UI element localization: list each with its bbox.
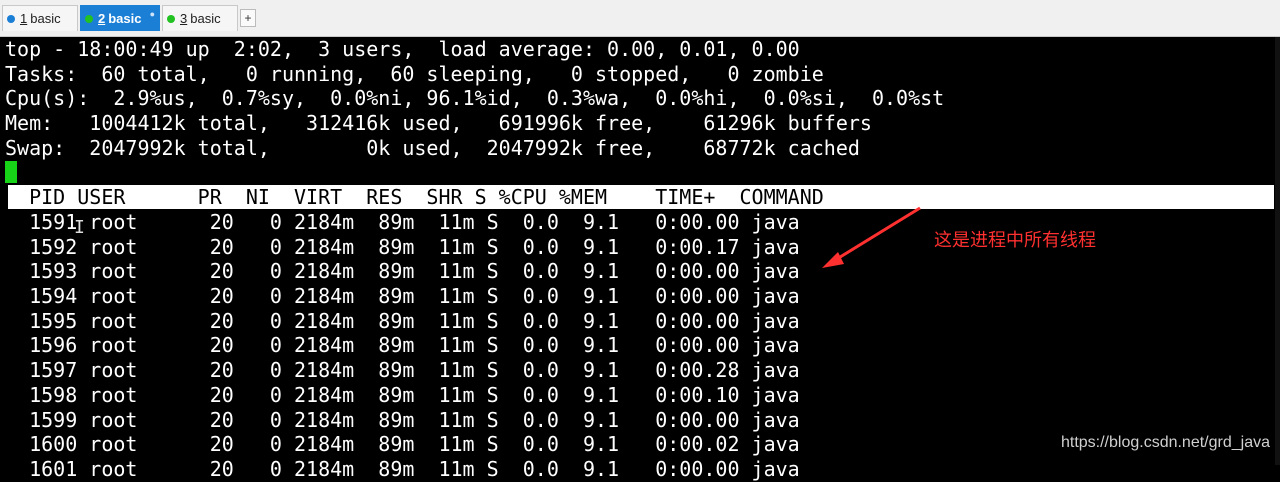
annotation-label: 这是进程中所有线程 (934, 230, 1096, 251)
watermark: https://blog.csdn.net/grd_java (1060, 434, 1270, 451)
